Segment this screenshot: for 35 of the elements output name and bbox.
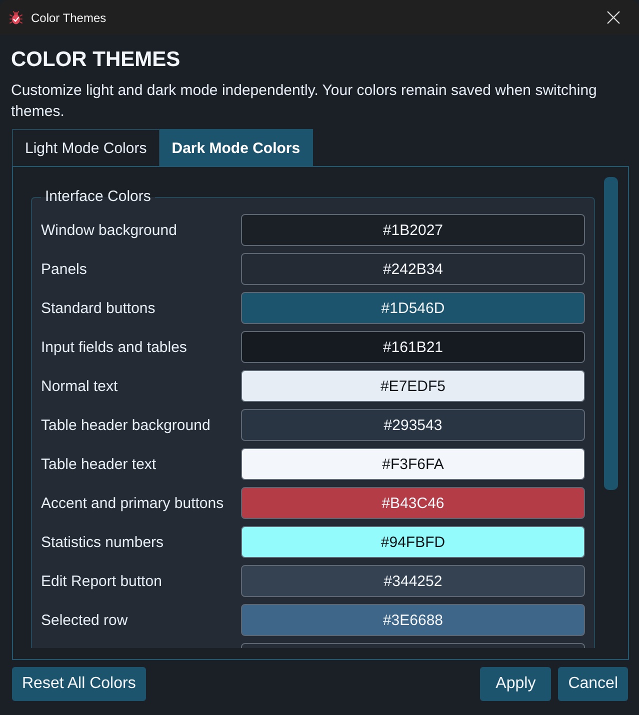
- reset-button[interactable]: Reset All Colors: [12, 667, 146, 701]
- color-button[interactable]: #161B21: [241, 331, 585, 363]
- apply-button[interactable]: Apply: [480, 667, 552, 701]
- color-button[interactable]: #E7EDF5: [241, 370, 585, 402]
- dialog-heading: COLOR THEMES: [11, 47, 182, 73]
- color-label: Input fields and tables: [41, 338, 188, 356]
- color-button[interactable]: #3E6688: [241, 604, 585, 636]
- window-title: Color Themes: [31, 10, 108, 24]
- color-label: Table header background: [41, 416, 212, 434]
- color-button[interactable]: [241, 643, 585, 648]
- color-label: Accent and primary buttons: [41, 494, 225, 512]
- color-button[interactable]: #344252: [241, 565, 585, 597]
- tab[interactable]: Dark Mode Colors: [160, 129, 314, 166]
- color-label: Table header text: [41, 456, 158, 472]
- color-label: Window background: [41, 222, 178, 238]
- bug-icon: [9, 10, 23, 24]
- color-label: Normal text: [41, 378, 119, 394]
- color-label: Statistics numbers: [41, 534, 165, 550]
- color-button[interactable]: #F3F6FA: [241, 448, 585, 480]
- close-icon[interactable]: [607, 11, 620, 24]
- color-button[interactable]: #1B2027: [241, 214, 585, 246]
- color-label: Standard buttons: [41, 300, 156, 316]
- group-title: Interface Colors: [44, 188, 152, 206]
- cancel-button[interactable]: Cancel: [558, 667, 628, 701]
- color-label: Selected row: [41, 612, 129, 628]
- color-button[interactable]: #242B34: [241, 253, 585, 285]
- color-label: Panels: [41, 260, 88, 278]
- color-button[interactable]: #94FBFD: [241, 526, 585, 558]
- dialog-description: Customize light and dark mode independently. Your colors remain saved when switching themes.: [11, 81, 598, 122]
- color-button[interactable]: #293543: [241, 409, 585, 441]
- color-button[interactable]: #B43C46: [241, 487, 585, 519]
- scrollbar-thumb[interactable]: [604, 177, 618, 490]
- tab[interactable]: Light Mode Colors: [12, 129, 160, 166]
- color-label: Edit Report button: [41, 572, 163, 590]
- color-button[interactable]: #1D546D: [241, 292, 585, 324]
